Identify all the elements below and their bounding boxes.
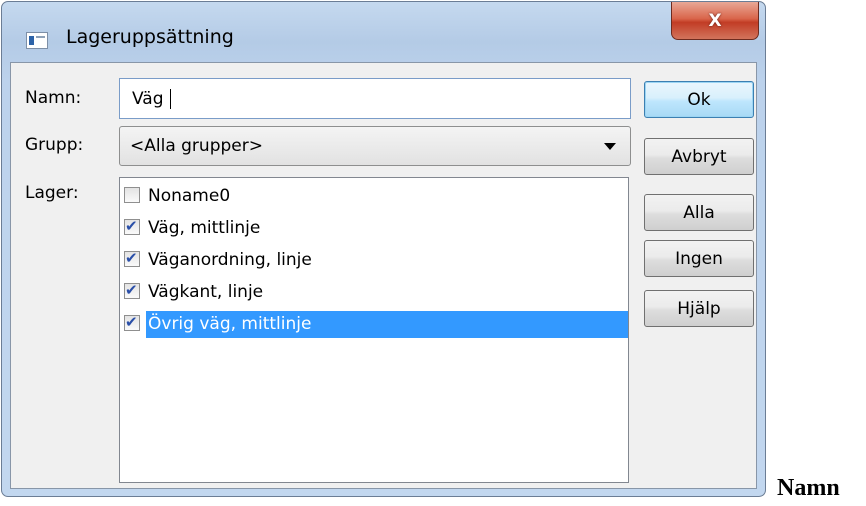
group-selected-value: <Alla grupper>: [130, 136, 263, 156]
layer-item[interactable]: ✔ Väg, mittlinje: [124, 214, 628, 242]
dropdown-arrow-icon[interactable]: [604, 143, 616, 150]
layer-checkbox[interactable]: ✔: [124, 217, 140, 235]
app-icon: [26, 32, 48, 49]
layer-checkbox[interactable]: ✔: [124, 249, 140, 267]
layer-checkbox[interactable]: [124, 187, 140, 203]
help-button[interactable]: Hjälp: [644, 290, 754, 327]
ok-button[interactable]: Ok: [644, 81, 754, 118]
layer-label: Väg, mittlinje: [148, 218, 261, 238]
layer-label: Övrig väg, mittlinje: [146, 311, 628, 338]
close-button[interactable]: X: [671, 2, 759, 40]
group-dropdown[interactable]: <Alla grupper>: [119, 126, 631, 166]
layer-checkbox[interactable]: ✔: [124, 313, 140, 331]
title-bar[interactable]: Lageruppsättning X: [2, 2, 765, 62]
layer-label: Noname0: [148, 186, 231, 206]
checkmark-icon: ✔: [125, 313, 138, 331]
select-none-button[interactable]: Ingen: [644, 240, 754, 277]
name-label: Namn:: [25, 88, 82, 108]
layer-item[interactable]: ✔ Vägkant, linje: [124, 278, 628, 306]
layer-label: Vägkant, linje: [148, 282, 264, 302]
cancel-button[interactable]: Avbryt: [644, 138, 754, 175]
dialog-window: Lageruppsättning X Namn: Grupp: <Alla gr…: [1, 1, 766, 497]
group-label: Grupp:: [25, 135, 84, 155]
window-title: Lageruppsättning: [66, 26, 234, 48]
layer-label: Väganordning, linje: [148, 250, 312, 270]
outside-caption: Namn: [777, 475, 840, 501]
layer-checkbox[interactable]: ✔: [124, 281, 140, 299]
layers-listbox[interactable]: Noname0 ✔ Väg, mittlinje ✔ Väganordning,…: [119, 177, 629, 483]
dialog-body: Namn: Grupp: <Alla grupper> Lager: Nonam…: [10, 62, 757, 489]
layer-item-selected[interactable]: ✔ Övrig väg, mittlinje: [124, 310, 628, 338]
checkmark-icon: ✔: [125, 217, 138, 235]
checkmark-icon: ✔: [125, 249, 138, 267]
name-input[interactable]: [119, 78, 631, 119]
layers-label: Lager:: [25, 183, 79, 203]
select-all-button[interactable]: Alla: [644, 194, 754, 231]
layer-item[interactable]: Noname0: [124, 182, 628, 210]
text-caret: [170, 89, 171, 109]
layer-item[interactable]: ✔ Väganordning, linje: [124, 246, 628, 274]
checkmark-icon: ✔: [125, 281, 138, 299]
